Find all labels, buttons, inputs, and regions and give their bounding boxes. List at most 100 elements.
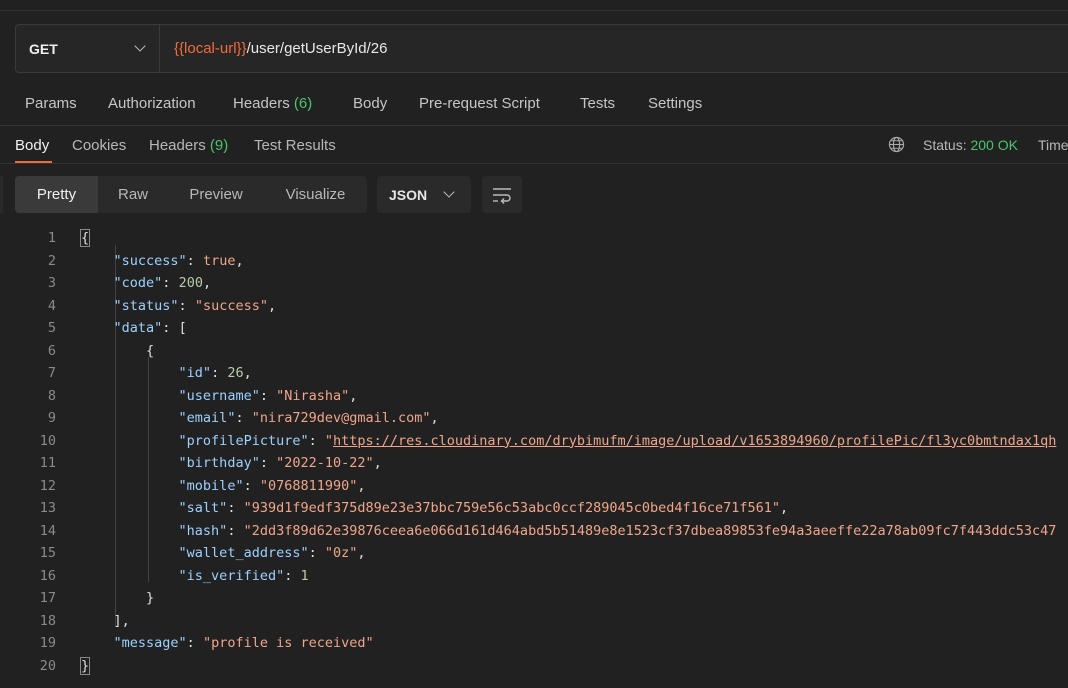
line-number: 12 [39, 477, 56, 494]
tab-pre-request-script[interactable]: Pre-request Script [419, 95, 540, 112]
code-line: 19 "message": "profile is received" [0, 632, 1068, 655]
code-text: } [81, 590, 155, 606]
code-text: "profilePicture": "https://res.cloudinar… [178, 432, 1057, 449]
line-number: 14 [39, 522, 56, 539]
toolbar-edge [0, 176, 3, 213]
code-line: 6 { [0, 340, 1068, 363]
code-text: "hash": "2dd3f89d62e39876ceea6e066d161d4… [178, 522, 1057, 539]
url-variable: {{local-url}} [174, 40, 247, 57]
code-text: "username": "Nirasha", [178, 387, 358, 404]
url-path: /user/getUserById/26 [246, 40, 388, 57]
code-text: "id": 26, [178, 365, 252, 381]
code-line: 8 "username": "Nirasha", [0, 385, 1068, 408]
status-value[interactable]: 200 OK [970, 137, 1017, 153]
format-label: JSON [389, 187, 428, 203]
tab-headers[interactable]: Headers (6) [233, 95, 312, 112]
line-number: 18 [39, 612, 56, 629]
code-line: 11 "birthday": "2022-10-22", [0, 452, 1068, 475]
code-line: 1{ [0, 227, 1068, 250]
tab-tests[interactable]: Tests [580, 95, 615, 112]
url-input[interactable]: {{local-url}}/user/getUserById/26 [174, 40, 387, 57]
code-line: 5 "data": [ [0, 317, 1068, 340]
line-number: 20 [39, 657, 56, 674]
code-text: "message": "profile is received" [113, 635, 374, 651]
code-text: "success": true, [113, 252, 244, 269]
line-number: 4 [47, 297, 56, 314]
tab-label: Authorization [108, 95, 196, 112]
code-text: "data": [ [113, 320, 187, 336]
method-label: GET [29, 41, 58, 57]
view-mode-group: Pretty Raw Preview Visualize [15, 176, 367, 213]
method-select[interactable]: GET [16, 25, 160, 72]
view-raw-button[interactable]: Raw [98, 176, 168, 213]
tab-label: Body [353, 95, 388, 112]
code-line: 14 "hash": "2dd3f89d62e39876ceea6e066d16… [0, 520, 1068, 543]
divider [0, 125, 1068, 126]
response-tab-headers[interactable]: Headers (9) [149, 137, 228, 154]
response-tab-body[interactable]: Body [15, 137, 49, 154]
code-text: "wallet_address": "0z", [178, 545, 366, 561]
line-number: 8 [47, 387, 56, 404]
code-text: "email": "nira729dev@gmail.com", [178, 410, 439, 426]
code-text: { [79, 229, 91, 247]
view-preview-button[interactable]: Preview [168, 176, 264, 213]
chevron-down-icon [134, 40, 146, 52]
view-visualize-button[interactable]: Visualize [264, 176, 367, 213]
wrap-lines-button[interactable] [482, 176, 522, 213]
code-line: 13 "salt": "939d1f9edf375d89e23e37bbc759… [0, 497, 1068, 520]
code-text: "is_verified": 1 [178, 567, 309, 584]
tab-settings[interactable]: Settings [648, 95, 702, 112]
tab-label: Tests [580, 95, 616, 112]
line-number: 1 [47, 230, 56, 246]
status-label: Status: [923, 137, 967, 153]
top-strip [0, 0, 1068, 11]
code-line: 3 "code": 200, [0, 272, 1068, 295]
tab-authorization[interactable]: Authorization [108, 95, 196, 112]
headers-count: (9) [209, 137, 229, 154]
response-status: Status: 200 OK [923, 137, 1018, 153]
code-line: 10 "profilePicture": "https://res.cloudi… [0, 430, 1068, 453]
code-line: 15 "wallet_address": "0z", [0, 542, 1068, 565]
code-line: 9 "email": "nira729dev@gmail.com", [0, 407, 1068, 430]
code-line: 18 ], [0, 610, 1068, 633]
globe-icon[interactable] [888, 136, 905, 153]
code-text: ], [81, 612, 130, 629]
line-number: 10 [39, 432, 56, 449]
code-text: } [79, 656, 91, 675]
tab-params[interactable]: Params [25, 95, 77, 112]
format-select[interactable]: JSON [377, 176, 471, 213]
headers-count: (6) [293, 95, 313, 112]
code-line: 7 "id": 26, [0, 362, 1068, 385]
response-body-code[interactable]: 1{2 "success": true, 3 "code": 200, 4 "sta… [0, 227, 1068, 688]
tab-body[interactable]: Body [353, 95, 387, 112]
response-tab-test-results[interactable]: Test Results [254, 137, 336, 154]
line-number: 17 [39, 590, 56, 606]
code-line: 20} [0, 655, 1068, 678]
code-line: 12 "mobile": "0768811990", [0, 475, 1068, 498]
tab-label: Headers [233, 95, 290, 112]
code-text: "code": 200, [113, 275, 212, 291]
wrap-lines-icon [493, 188, 511, 204]
line-number: 16 [39, 567, 56, 584]
line-number: 2 [47, 252, 56, 269]
response-time-label[interactable]: Time [1038, 137, 1068, 153]
code-line: 16 "is_verified": 1 [0, 565, 1068, 588]
line-number: 3 [47, 275, 56, 291]
divider [0, 163, 1068, 164]
code-text: { [81, 342, 155, 359]
line-number: 11 [39, 455, 56, 471]
code-text: "birthday": "2022-10-22", [178, 455, 382, 471]
tab-label: Pre-request Script [419, 95, 540, 112]
line-number: 15 [39, 545, 56, 561]
line-number: 19 [39, 635, 56, 651]
tab-label: Headers [149, 137, 206, 154]
view-pretty-button[interactable]: Pretty [15, 176, 98, 213]
line-number: 6 [47, 342, 56, 359]
response-tab-cookies[interactable]: Cookies [72, 137, 126, 154]
request-url-bar: GET {{local-url}}/user/getUserById/26 [15, 24, 1068, 73]
tab-label: Settings [648, 95, 703, 112]
line-number: 5 [47, 320, 56, 336]
code-line: 17 } [0, 587, 1068, 610]
request-tabs: Params Authorization Headers (6) Body Pr… [0, 90, 1068, 120]
chevron-down-icon [443, 186, 455, 198]
